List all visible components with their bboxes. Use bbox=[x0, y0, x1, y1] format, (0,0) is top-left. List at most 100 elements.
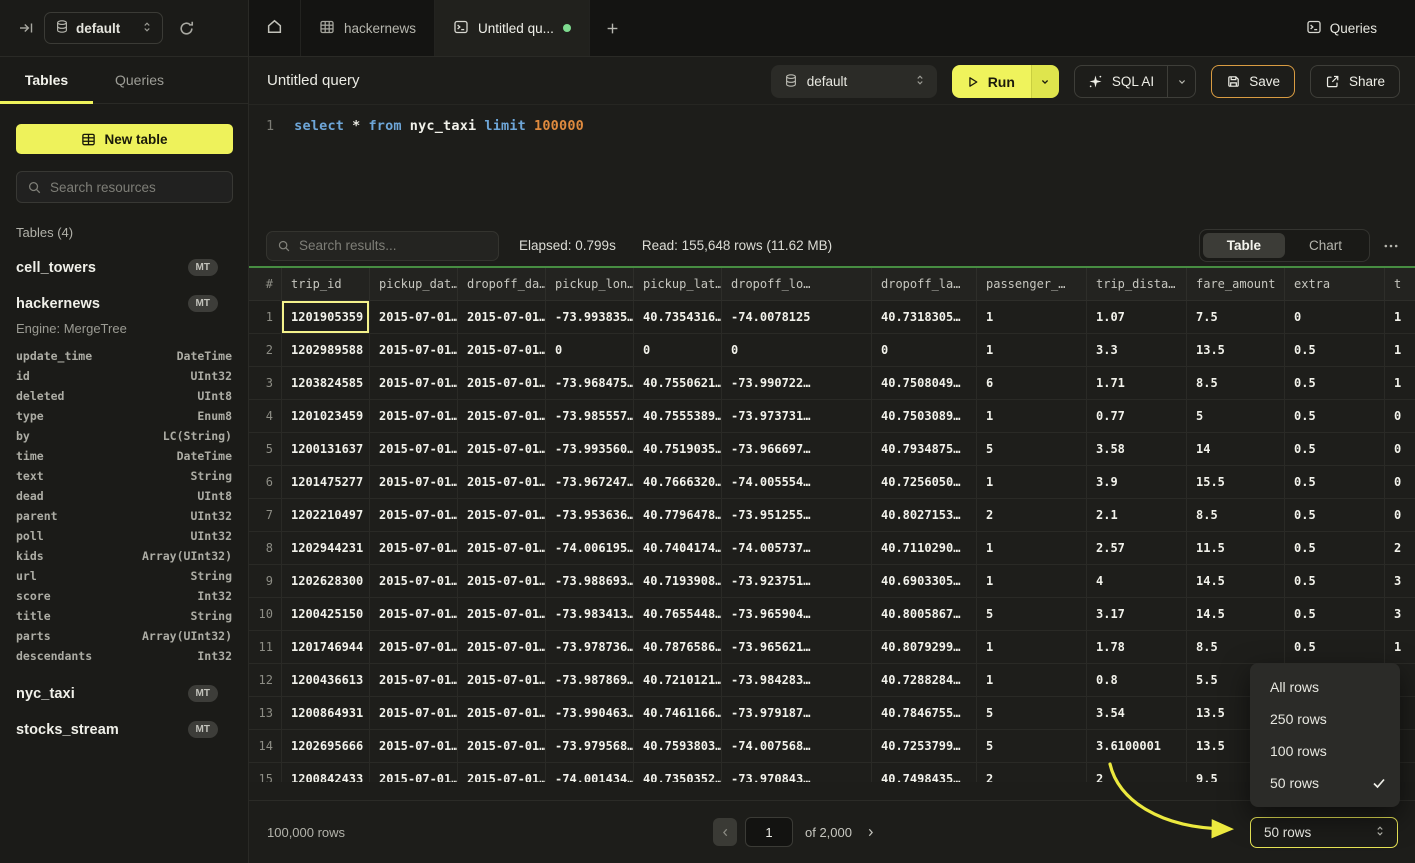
table-cell[interactable]: 2015-07-01… bbox=[458, 367, 546, 399]
table-cell[interactable]: 3.54 bbox=[1087, 697, 1187, 729]
table-cell[interactable]: 11.5 bbox=[1187, 532, 1285, 564]
more-icon[interactable] bbox=[1382, 237, 1400, 255]
table-cell[interactable]: -73.978736… bbox=[546, 631, 634, 663]
table-cell[interactable]: 2015-07-01… bbox=[458, 301, 546, 333]
table-cell[interactable]: 2015-07-01… bbox=[458, 433, 546, 465]
table-cell[interactable]: 14 bbox=[1187, 433, 1285, 465]
table-cell[interactable]: -74.007568… bbox=[722, 730, 872, 762]
column-header[interactable]: dropoff_da… bbox=[458, 268, 546, 300]
column-header[interactable]: trip_dista… bbox=[1087, 268, 1187, 300]
table-cell[interactable]: 2015-07-01… bbox=[458, 730, 546, 762]
table-cell[interactable]: 40.7404174… bbox=[634, 532, 722, 564]
table-cell[interactable]: 1201475277 bbox=[282, 466, 370, 498]
column-header[interactable]: dropoff_lo… bbox=[722, 268, 872, 300]
column-header[interactable]: trip_id bbox=[282, 268, 370, 300]
table-cell[interactable]: 1202695666 bbox=[282, 730, 370, 762]
table-cell[interactable]: 1202989588 bbox=[282, 334, 370, 366]
table-cell[interactable]: 2015-07-01… bbox=[458, 499, 546, 531]
table-cell[interactable]: 0.5 bbox=[1285, 631, 1385, 663]
table-cell[interactable]: 0.8 bbox=[1087, 664, 1187, 696]
table-cell[interactable]: 40.7555389… bbox=[634, 400, 722, 432]
sql-editor[interactable]: 1 select*fromnyc_taxilimit100000 bbox=[249, 105, 1415, 225]
queries-button[interactable]: Queries bbox=[1296, 0, 1415, 56]
table-cell[interactable]: 3.58 bbox=[1087, 433, 1187, 465]
table-cell[interactable]: 40.8027153… bbox=[872, 499, 977, 531]
tab-home[interactable] bbox=[249, 0, 301, 56]
query-database-selector[interactable]: default bbox=[771, 65, 937, 98]
table-cell[interactable]: 3.9 bbox=[1087, 466, 1187, 498]
table-cell[interactable]: -73.983413… bbox=[546, 598, 634, 630]
table-cell[interactable]: 40.7593803… bbox=[634, 730, 722, 762]
table-cell[interactable]: 0 bbox=[1285, 301, 1385, 333]
table-cell[interactable]: 0.5 bbox=[1285, 466, 1385, 498]
table-cell[interactable]: -73.965621… bbox=[722, 631, 872, 663]
table-cell[interactable]: 2 bbox=[977, 763, 1087, 782]
table-cell[interactable]: 2.1 bbox=[1087, 499, 1187, 531]
table-cell[interactable]: 0 bbox=[1385, 499, 1415, 531]
table-cell[interactable]: 8.5 bbox=[1187, 499, 1285, 531]
table-cell[interactable]: 2015-07-01… bbox=[370, 301, 458, 333]
table-cell[interactable]: -74.006195… bbox=[546, 532, 634, 564]
new-tab-button[interactable] bbox=[590, 0, 635, 56]
table-cell[interactable]: 40.7210121… bbox=[634, 664, 722, 696]
table-cell[interactable]: 40.7503089… bbox=[872, 400, 977, 432]
view-toggle-table[interactable]: Table bbox=[1203, 233, 1285, 258]
column-header[interactable]: pickup_dat… bbox=[370, 268, 458, 300]
table-cell[interactable]: 40.7498435… bbox=[872, 763, 977, 782]
sql-ai-button[interactable]: SQL AI bbox=[1075, 66, 1167, 97]
table-cell[interactable]: 40.7318305… bbox=[872, 301, 977, 333]
table-cell[interactable]: 2015-07-01… bbox=[370, 367, 458, 399]
table-cell[interactable]: 1 bbox=[1385, 334, 1415, 366]
table-cell[interactable]: 1 bbox=[1385, 631, 1415, 663]
table-cell[interactable]: 2.57 bbox=[1087, 532, 1187, 564]
table-cell[interactable]: 2015-07-01… bbox=[370, 598, 458, 630]
table-cell[interactable]: 0 bbox=[634, 334, 722, 366]
table-cell[interactable]: 2015-07-01… bbox=[370, 532, 458, 564]
rows-menu-item[interactable]: All rows bbox=[1250, 671, 1400, 703]
table-cell[interactable]: 2015-07-01… bbox=[458, 466, 546, 498]
table-cell[interactable]: 40.7508049… bbox=[872, 367, 977, 399]
table-cell[interactable]: 0 bbox=[1385, 400, 1415, 432]
table-cell[interactable]: 1 bbox=[977, 532, 1087, 564]
page-number-input[interactable] bbox=[745, 817, 793, 847]
table-cell[interactable]: 1 bbox=[977, 664, 1087, 696]
table-cell[interactable]: 0 bbox=[1385, 466, 1415, 498]
collapse-sidebar-icon[interactable] bbox=[18, 20, 34, 36]
table-cell[interactable]: 40.7461166… bbox=[634, 697, 722, 729]
table-cell[interactable]: 1202944231 bbox=[282, 532, 370, 564]
table-cell[interactable]: 1.71 bbox=[1087, 367, 1187, 399]
table-cell[interactable]: 3.6100001 bbox=[1087, 730, 1187, 762]
column-header[interactable]: fare_amount bbox=[1187, 268, 1285, 300]
table-cell[interactable]: 4 bbox=[1087, 565, 1187, 597]
table-cell[interactable]: 3 bbox=[1385, 565, 1415, 597]
sidebar-table-stocks-stream[interactable]: stocks_stream MT bbox=[16, 721, 232, 738]
table-cell[interactable]: 2015-07-01… bbox=[370, 400, 458, 432]
table-cell[interactable]: 1200436613 bbox=[282, 664, 370, 696]
column-header[interactable]: extra bbox=[1285, 268, 1385, 300]
table-cell[interactable]: 40.7655448… bbox=[634, 598, 722, 630]
table-cell[interactable]: 40.7934875… bbox=[872, 433, 977, 465]
table-cell[interactable]: 40.7354316… bbox=[634, 301, 722, 333]
table-cell[interactable]: 2015-07-01… bbox=[370, 433, 458, 465]
view-toggle-chart[interactable]: Chart bbox=[1285, 233, 1366, 258]
table-cell[interactable]: 2015-07-01… bbox=[370, 466, 458, 498]
table-cell[interactable]: 2015-07-01… bbox=[458, 697, 546, 729]
table-cell[interactable]: -73.979187… bbox=[722, 697, 872, 729]
table-cell[interactable]: 1200425150 bbox=[282, 598, 370, 630]
sidebar-table-nyc-taxi[interactable]: nyc_taxi MT bbox=[16, 685, 232, 702]
table-cell[interactable]: 2015-07-01… bbox=[370, 499, 458, 531]
run-button[interactable]: Run bbox=[952, 65, 1031, 98]
table-cell[interactable]: -73.985557… bbox=[546, 400, 634, 432]
table-cell[interactable]: 1 bbox=[977, 466, 1087, 498]
table-cell[interactable]: 0.5 bbox=[1285, 532, 1385, 564]
table-cell[interactable]: 15.5 bbox=[1187, 466, 1285, 498]
prev-page-button[interactable] bbox=[713, 818, 737, 846]
table-cell[interactable]: 2015-07-01… bbox=[370, 697, 458, 729]
table-cell[interactable]: 5 bbox=[977, 433, 1087, 465]
table-cell[interactable]: 1201023459 bbox=[282, 400, 370, 432]
rows-menu-item[interactable]: 100 rows bbox=[1250, 735, 1400, 767]
table-cell[interactable]: 2015-07-01… bbox=[370, 334, 458, 366]
table-cell[interactable]: 2 bbox=[1087, 763, 1187, 782]
table-cell[interactable]: -74.001434… bbox=[546, 763, 634, 782]
table-cell[interactable]: 5 bbox=[1187, 400, 1285, 432]
